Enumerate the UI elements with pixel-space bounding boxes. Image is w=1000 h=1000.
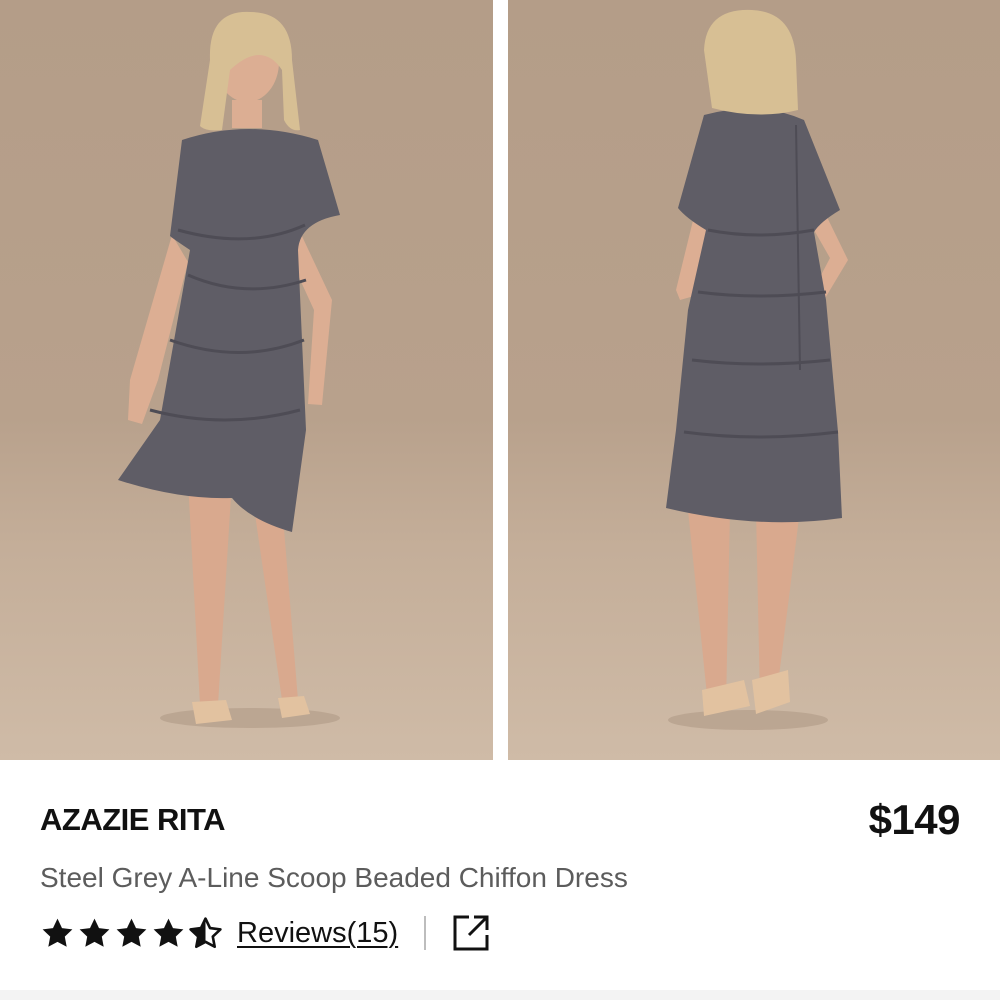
star-icon	[153, 918, 184, 947]
rating-stars	[40, 916, 223, 951]
rating-row: Reviews(15)	[40, 910, 490, 956]
product-price: $149	[868, 796, 961, 843]
product-title: AZAZIE RITA	[40, 802, 226, 837]
divider	[424, 916, 427, 950]
product-image-front[interactable]	[0, 0, 493, 760]
half-star-icon	[189, 916, 222, 948]
product-gallery	[0, 0, 1000, 760]
product-description: Steel Grey A-Line Scoop Beaded Chiffon D…	[40, 862, 628, 893]
bottom-band	[0, 990, 1000, 1000]
reviews-link[interactable]: Reviews(15)	[237, 917, 398, 950]
back-view-illustration	[666, 9, 848, 730]
product-image-back[interactable]	[508, 0, 1000, 760]
front-view-illustration	[118, 11, 340, 728]
external-link-icon[interactable]	[452, 914, 490, 952]
star-icon	[42, 918, 73, 947]
star-icon	[116, 918, 147, 947]
star-icon	[79, 918, 110, 947]
